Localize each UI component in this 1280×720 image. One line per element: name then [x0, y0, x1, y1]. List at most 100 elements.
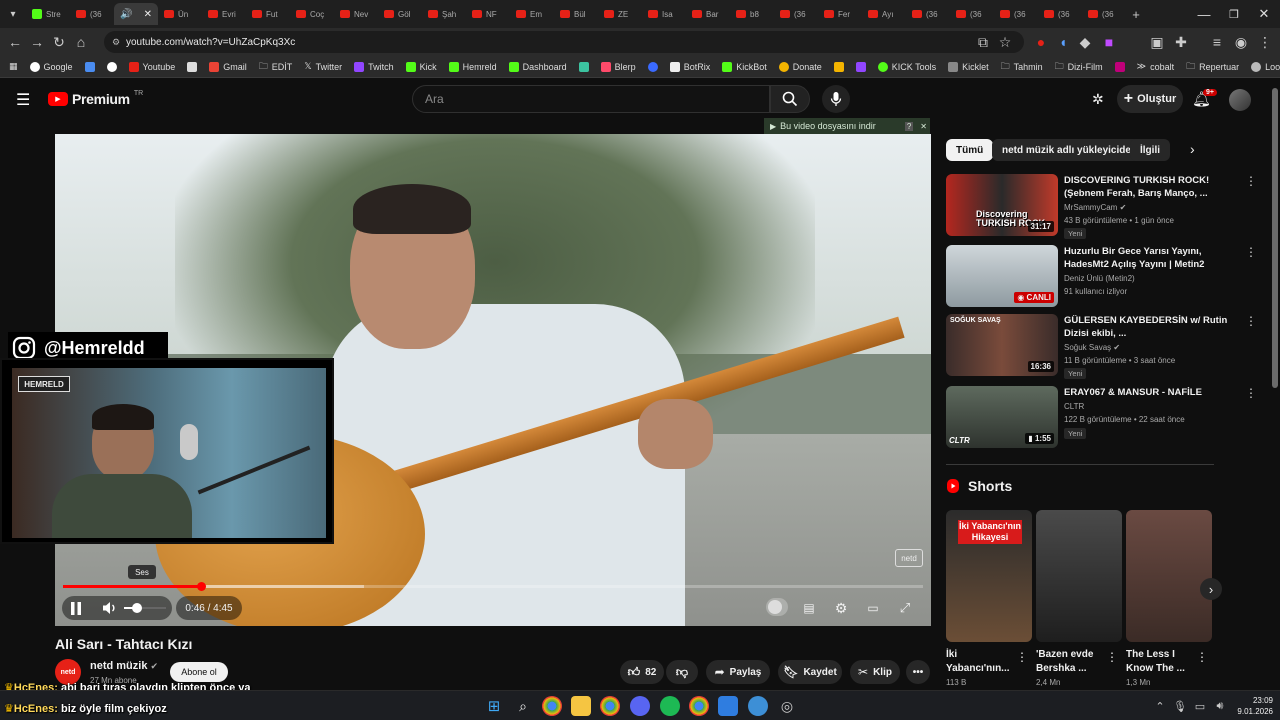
bookmark-item[interactable] — [102, 58, 122, 76]
chips-next-chevron-icon[interactable]: › — [1190, 141, 1195, 157]
discord-taskbar-icon[interactable] — [630, 696, 650, 716]
recommendation-menu-icon[interactable]: ⋮ — [1244, 245, 1258, 265]
browser-tab[interactable]: Bül — [554, 3, 598, 25]
tray-mic-icon[interactable]: 🎙︎ — [1170, 696, 1190, 716]
volume-slider-handle[interactable] — [132, 603, 142, 613]
extension-icon[interactable]: ◖ — [1052, 31, 1074, 53]
autoplay-toggle[interactable] — [766, 598, 788, 616]
browser-tab[interactable]: Em — [510, 3, 554, 25]
site-info-icon[interactable]: ⚙ — [112, 37, 120, 48]
extension-puzzle-icon[interactable]: ✲ — [1092, 91, 1104, 108]
voice-search-button[interactable] — [822, 85, 850, 113]
browser-tab[interactable]: Evri — [202, 3, 246, 25]
bookmark-item[interactable]: Google — [25, 58, 78, 76]
browser-tab[interactable]: ZE — [598, 3, 642, 25]
bookmark-folder[interactable]: 🗀 Dizi-Film — [1050, 58, 1108, 76]
tray-volume-icon[interactable]: 🔊︎ — [1210, 696, 1230, 716]
recommendation-menu-icon[interactable]: ⋮ — [1244, 314, 1258, 334]
bookmark-item[interactable]: Blerp — [596, 58, 641, 76]
forward-icon[interactable]: → — [26, 31, 48, 53]
bookmark-item[interactable]: Gmail — [204, 58, 252, 76]
bookmark-folder[interactable]: 🗀 EDİT — [254, 58, 298, 76]
back-icon[interactable]: ← — [4, 31, 26, 53]
spotify-taskbar-icon[interactable] — [660, 696, 680, 716]
theater-mode-button[interactable]: ▭ — [864, 594, 882, 622]
browser-tab[interactable]: Nev — [334, 3, 378, 25]
short-thumbnail[interactable] — [1126, 510, 1212, 642]
recommendation-item[interactable]: SOĞUK SAVAŞ 16:36 GÜLERSEN KAYBEDERSİN w… — [946, 314, 1258, 379]
app-taskbar-icon[interactable] — [718, 696, 738, 716]
browser-tab[interactable]: (36 — [1082, 3, 1126, 25]
extension-icon[interactable]: ● — [1030, 31, 1052, 53]
search-button[interactable] — [770, 85, 810, 113]
new-tab-icon[interactable]: + — [1126, 7, 1146, 22]
chip-related[interactable]: İlgili — [1130, 139, 1170, 161]
hamburger-menu-icon[interactable]: ☰ — [16, 90, 30, 110]
video-progress-bar[interactable] — [63, 582, 923, 591]
profile-avatar-icon[interactable]: ◉ — [1230, 31, 1252, 53]
bookmark-item[interactable]: Kick — [401, 58, 442, 76]
bookmark-item[interactable] — [182, 58, 202, 76]
recommendation-item[interactable]: ◉ CANLI Huzurlu Bir Gece Yarısı Yayını, … — [946, 245, 1258, 309]
shorts-next-arrow-icon[interactable]: › — [1200, 578, 1222, 600]
bookmark-item[interactable] — [80, 58, 100, 76]
browser-tab[interactable]: b8 — [730, 3, 774, 25]
menu-kebab-icon[interactable]: ⋮ — [1254, 31, 1276, 53]
extension-icon[interactable]: ◆ — [1074, 31, 1096, 53]
short-thumbnail[interactable] — [1036, 510, 1122, 642]
fullscreen-button[interactable]: ⤢ — [896, 594, 914, 622]
bookmark-item[interactable] — [851, 58, 871, 76]
search-input[interactable]: Ara — [412, 85, 770, 113]
bookmark-item[interactable]: Dashboard — [504, 58, 572, 76]
bookmark-item[interactable]: Looper — [1246, 58, 1280, 76]
extension-icon[interactable]: ■ — [1098, 31, 1120, 53]
bookmark-star-icon[interactable]: ☆ — [994, 31, 1016, 53]
bookmark-folder[interactable]: 🗀 Repertuar — [1181, 58, 1244, 76]
extensions-puzzle-icon[interactable]: ✚ — [1170, 31, 1192, 53]
user-avatar[interactable] — [1229, 89, 1251, 111]
browser-tab[interactable]: Şah — [422, 3, 466, 25]
chip-all[interactable]: Tümü — [946, 139, 994, 161]
tray-chevron-icon[interactable]: ⌃ — [1150, 696, 1170, 716]
clip-button[interactable]: ✂ Klip — [850, 660, 900, 684]
file-explorer-icon[interactable] — [571, 696, 591, 716]
short-menu-icon[interactable]: ⋮ — [1106, 650, 1118, 664]
bookmark-item[interactable] — [829, 58, 849, 76]
browser-tab[interactable]: Stre — [26, 3, 70, 25]
chrome-taskbar-icon[interactable] — [542, 696, 562, 716]
create-button[interactable]: + Oluştur — [1117, 85, 1183, 113]
browser-tab[interactable]: (36 — [70, 3, 114, 25]
bookmark-item[interactable]: Hemreld — [444, 58, 502, 76]
save-button[interactable]: 🔖︎ Kaydet — [778, 660, 842, 684]
close-window-icon[interactable]: ✕ — [1246, 0, 1280, 28]
bookmark-item[interactable]: BotRix — [665, 58, 716, 76]
close-banner-icon[interactable]: ✕ — [917, 122, 930, 131]
apps-grid-icon[interactable]: ▦ — [4, 58, 23, 76]
home-icon[interactable]: ⌂ — [70, 31, 92, 53]
windows-start-icon[interactable]: ⊞ — [484, 696, 504, 716]
recommendation-item[interactable]: Discovering TURKISH ROCK 31:17 DISCOVERI… — [946, 174, 1258, 239]
browser-tab[interactable]: Ayı — [862, 3, 906, 25]
media-control-icon[interactable]: ≡ — [1206, 31, 1228, 53]
browser-tab[interactable]: NF — [466, 3, 510, 25]
short-thumbnail[interactable]: İki Yabancı'nın Hikayesi — [946, 510, 1032, 642]
browser-tab[interactable]: (36 — [950, 3, 994, 25]
browser-tab[interactable]: Isa — [642, 3, 686, 25]
short-menu-icon[interactable]: ⋮ — [1196, 650, 1208, 664]
channel-name[interactable]: netd müzik ✔ — [90, 660, 158, 672]
subscribe-button[interactable]: Abone ol — [170, 662, 228, 682]
browser-tab[interactable]: (36 — [774, 3, 818, 25]
chip-from-uploader[interactable]: netd müzik adlı yükleyiciden — [992, 139, 1148, 161]
bookmark-item[interactable]: Twitch — [349, 58, 399, 76]
bookmark-item[interactable] — [1110, 58, 1130, 76]
recommendation-item[interactable]: CLTR ▮ 1:55 ERAY067 & MANSUR - NAFİLE CL… — [946, 386, 1258, 450]
taskbar-search-icon[interactable]: ⌕ — [513, 696, 533, 716]
browser-tab[interactable]: (36 — [906, 3, 950, 25]
browser-tab[interactable]: Coç — [290, 3, 334, 25]
chrome-profile-taskbar-icon[interactable] — [600, 696, 620, 716]
reload-icon[interactable]: ↻ — [48, 31, 70, 53]
browser-tab[interactable]: (36 — [994, 3, 1038, 25]
scrollbar-thumb[interactable] — [1272, 88, 1278, 388]
obs-taskbar-icon[interactable]: ◎ — [777, 696, 797, 716]
recommendation-menu-icon[interactable]: ⋮ — [1244, 174, 1258, 194]
